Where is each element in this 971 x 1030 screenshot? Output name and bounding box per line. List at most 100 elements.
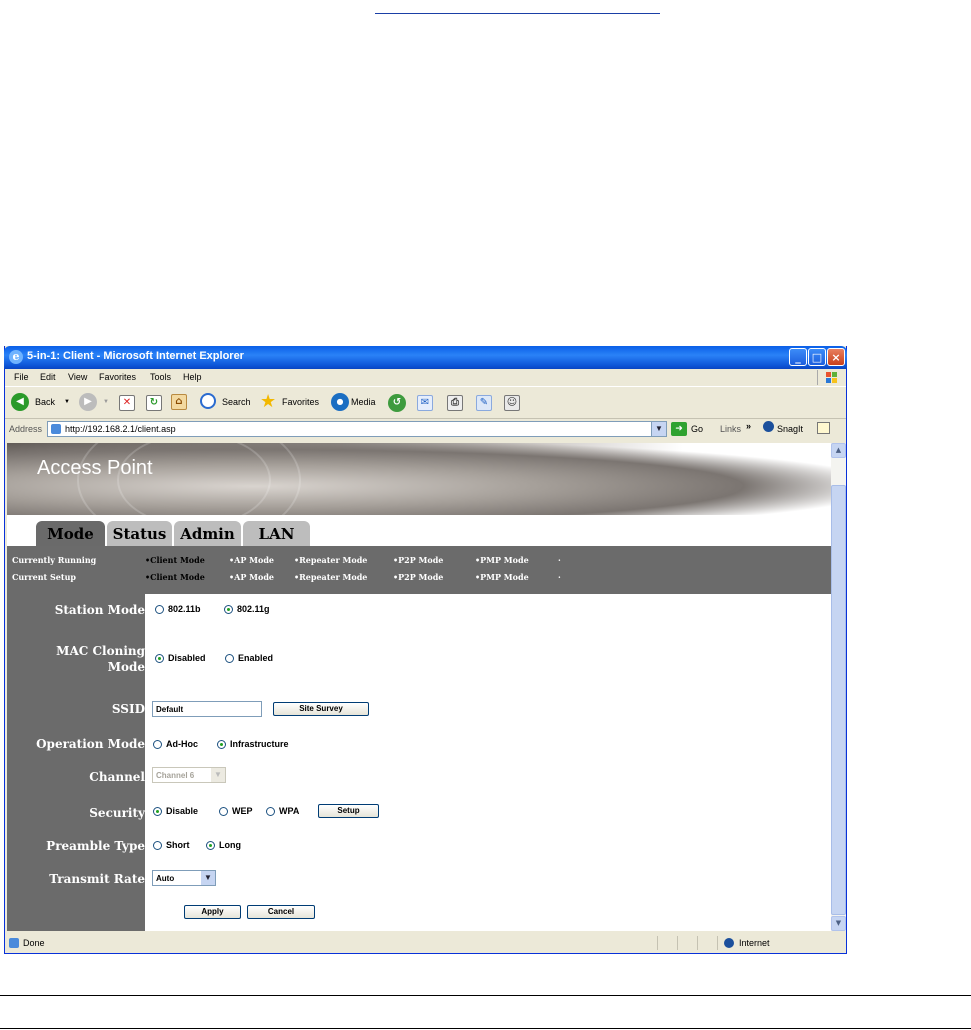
vertical-scrollbar[interactable]: ▲ ▼ [831, 443, 846, 931]
radio-infrastructure[interactable] [217, 740, 226, 749]
transmit-rate-select[interactable]: Auto ▼ [152, 870, 216, 886]
option-label: 802.11b [168, 604, 201, 614]
tab-lan[interactable]: LAN [243, 521, 310, 546]
menu-view[interactable]: View [68, 372, 87, 382]
back-button[interactable]: ◀ Back ▼ [11, 393, 71, 413]
security-disable[interactable]: Disable [153, 806, 198, 816]
back-dropdown-icon[interactable]: ▼ [64, 399, 70, 405]
home-icon[interactable]: ⌂ [171, 394, 187, 410]
scroll-up-icon[interactable]: ▲ [831, 443, 846, 458]
forward-arrow-icon: ▶ [79, 393, 97, 411]
links-label[interactable]: Links [720, 424, 741, 434]
radio-short[interactable] [153, 841, 162, 850]
setup-p2p-mode-link[interactable]: •P2P Mode [393, 572, 443, 582]
tab-mode-label: Mode [47, 525, 94, 543]
setup-client-mode-link[interactable]: •Client Mode [145, 572, 205, 582]
media-button[interactable]: ● Media [331, 393, 381, 413]
forward-button[interactable]: ▶ ▼ [79, 393, 109, 413]
preamble-long[interactable]: Long [206, 840, 241, 850]
links-chevron-icon[interactable]: » [746, 421, 751, 431]
page-viewport: Access Point Mode Status Admin LAN Curre… [7, 443, 831, 931]
radio-wpa[interactable] [266, 807, 275, 816]
go-label[interactable]: Go [691, 424, 703, 434]
status-bar: Done Internet [5, 934, 846, 953]
tab-admin-label: Admin [180, 525, 235, 543]
security-label: Security [89, 806, 145, 820]
option-label: Infrastructure [230, 739, 289, 749]
setup-repeater-mode-link[interactable]: •Repeater Mode [294, 572, 367, 582]
station-mode-802-11g[interactable]: 802.11g [224, 604, 270, 614]
menu-favorites[interactable]: Favorites [99, 372, 136, 382]
setup-ap-mode-link[interactable]: •AP Mode [229, 572, 274, 582]
scroll-down-icon[interactable]: ▼ [831, 916, 846, 931]
security-wep[interactable]: WEP [219, 806, 253, 816]
snagit-icon[interactable] [763, 421, 774, 432]
edit-icon[interactable]: ✎ [476, 395, 492, 411]
site-survey-button[interactable]: Site Survey [273, 702, 369, 716]
history-icon[interactable]: ↺ [388, 394, 406, 412]
cancel-button[interactable]: Cancel [247, 905, 315, 919]
operation-mode-infrastructure[interactable]: Infrastructure [217, 739, 289, 749]
ssid-input[interactable]: Default [152, 701, 262, 717]
forward-dropdown-icon[interactable]: ▼ [103, 399, 109, 405]
messenger-icon[interactable]: ☺ [504, 395, 520, 411]
scrollbar-thumb[interactable] [831, 485, 846, 915]
transmit-rate-value: Auto [156, 874, 175, 883]
preamble-short[interactable]: Short [153, 840, 190, 850]
maximize-button[interactable]: □ [808, 348, 826, 366]
channel-select[interactable]: Channel 6 ▼ [152, 767, 226, 783]
security-setup-button[interactable]: Setup [318, 804, 379, 818]
station-mode-802-11b[interactable]: 802.11b [155, 604, 201, 614]
tab-admin[interactable]: Admin [174, 521, 241, 546]
menu-help[interactable]: Help [183, 372, 202, 382]
document-link-underline[interactable] [375, 13, 660, 14]
option-label: 802.11g [237, 604, 270, 614]
setup-pmp-mode-link[interactable]: •PMP Mode [475, 572, 529, 582]
status-text: Done [23, 938, 45, 948]
running-p2p-mode: •P2P Mode [393, 555, 444, 565]
refresh-icon[interactable]: ↻ [146, 395, 162, 411]
radio-enabled[interactable] [225, 654, 234, 663]
address-url: http://192.168.2.1/client.asp [65, 424, 176, 434]
print-icon[interactable]: ⎙ [447, 395, 463, 411]
radio-long[interactable] [206, 841, 215, 850]
menu-bar: File Edit View Favorites Tools Help [5, 369, 846, 386]
mail-icon[interactable]: ✉ [417, 395, 433, 411]
radio-wep[interactable] [219, 807, 228, 816]
back-arrow-icon: ◀ [11, 393, 29, 411]
back-label: Back [35, 397, 56, 407]
radio-disabled[interactable] [155, 654, 164, 663]
mac-cloning-disabled[interactable]: Disabled [155, 653, 206, 663]
option-label: WPA [279, 806, 300, 816]
tab-status[interactable]: Status [107, 521, 172, 546]
address-input[interactable]: http://192.168.2.1/client.asp ▼ [47, 421, 667, 437]
current-setup-label: Current Setup [12, 572, 76, 582]
snagit-label[interactable]: SnagIt [777, 424, 803, 434]
search-button[interactable]: Search [200, 393, 255, 413]
channel-label: Channel [89, 770, 145, 784]
favorites-button[interactable]: ★ Favorites [260, 391, 328, 413]
menu-file[interactable]: File [14, 372, 29, 382]
preamble-type-label: Preamble Type [46, 839, 145, 853]
operation-mode-adhoc[interactable]: Ad-Hoc [153, 739, 198, 749]
stop-icon[interactable]: ✕ [119, 395, 135, 411]
go-arrow-icon[interactable]: ➜ [671, 422, 687, 436]
radio-disable[interactable] [153, 807, 162, 816]
tab-mode[interactable]: Mode [36, 521, 105, 546]
search-icon [200, 393, 216, 409]
running-pmp-mode: •PMP Mode [475, 555, 529, 565]
security-wpa[interactable]: WPA [266, 806, 299, 816]
menu-edit[interactable]: Edit [40, 372, 56, 382]
mac-cloning-enabled[interactable]: Enabled [225, 653, 273, 663]
page-icon [51, 424, 61, 434]
close-button[interactable]: × [827, 348, 845, 366]
radio-adhoc[interactable] [153, 740, 162, 749]
apply-button[interactable]: Apply [184, 905, 241, 919]
minimize-button[interactable]: _ [789, 348, 807, 366]
address-dropdown-icon[interactable]: ▼ [651, 422, 666, 436]
snagit-capture-icon[interactable] [817, 422, 830, 434]
radio-802-11g[interactable] [224, 605, 233, 614]
media-icon: ● [331, 393, 349, 411]
menu-tools[interactable]: Tools [150, 372, 171, 382]
radio-802-11b[interactable] [155, 605, 164, 614]
